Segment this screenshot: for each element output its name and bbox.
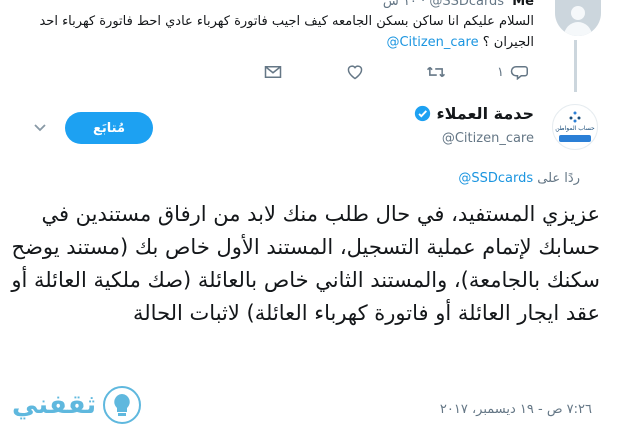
reply-count: ١	[497, 64, 504, 80]
avatar-logo-text: حساب المواطن	[555, 125, 595, 132]
following-button[interactable]: مُتابَع	[65, 112, 153, 144]
thread-line	[574, 40, 577, 92]
reply-button[interactable]: ١	[446, 64, 528, 80]
lightbulb-icon	[103, 386, 142, 424]
logo-dots-icon	[569, 111, 581, 123]
parent-mention-link[interactable]: @Citizen_care	[386, 35, 478, 50]
retweet-button[interactable]	[364, 64, 446, 80]
parent-author-handle[interactable]: @SSDcards	[429, 0, 504, 9]
main-tweet-text: عزيزي المستفيد، في حال طلب منك لابد من ا…	[11, 202, 600, 325]
like-button[interactable]	[282, 64, 364, 80]
tweet-timestamp[interactable]: ٧:٢٦ ص - ١٩ ديسمبر، ٢٠١٧	[440, 402, 592, 417]
main-author-handle[interactable]: @Citizen_care	[442, 131, 534, 146]
avatar-body-shape	[564, 22, 592, 36]
verified-badge-icon	[415, 105, 431, 122]
parent-separator: ·	[416, 0, 426, 9]
parent-tweet-text: السلام عليكم انا ساكن بسكن الجامعه كيف ا…	[14, 11, 534, 53]
parent-action-bar: ١	[200, 64, 528, 80]
parent-tweet-header: Me @SSDcards · ١٠ س	[383, 0, 534, 9]
replying-to: ردًا على @SSDcards	[458, 171, 580, 186]
watermark-text: ثقفني	[12, 390, 97, 420]
direct-message-button[interactable]	[200, 64, 282, 80]
parent-author-name[interactable]: Me	[512, 0, 534, 9]
like-icon	[347, 65, 363, 80]
main-avatar[interactable]: حساب المواطن	[552, 104, 598, 150]
replying-to-label: ردًا على	[537, 171, 580, 186]
reply-icon	[510, 66, 528, 80]
replying-to-handle[interactable]: @SSDcards	[458, 171, 533, 186]
watermark: ثقفني	[12, 385, 142, 425]
avatar-logo-bar	[559, 135, 591, 142]
retweet-icon	[426, 66, 446, 78]
chevron-down-icon[interactable]	[32, 119, 48, 135]
parent-avatar[interactable]	[555, 0, 601, 36]
main-author-name-row[interactable]: حدمة العملاء	[414, 104, 534, 123]
avatar-head-shape	[571, 6, 585, 20]
dm-icon	[264, 66, 282, 78]
main-author-name[interactable]: حدمة العملاء	[436, 104, 534, 123]
parent-tweet-time[interactable]: ١٠ س	[383, 0, 417, 9]
